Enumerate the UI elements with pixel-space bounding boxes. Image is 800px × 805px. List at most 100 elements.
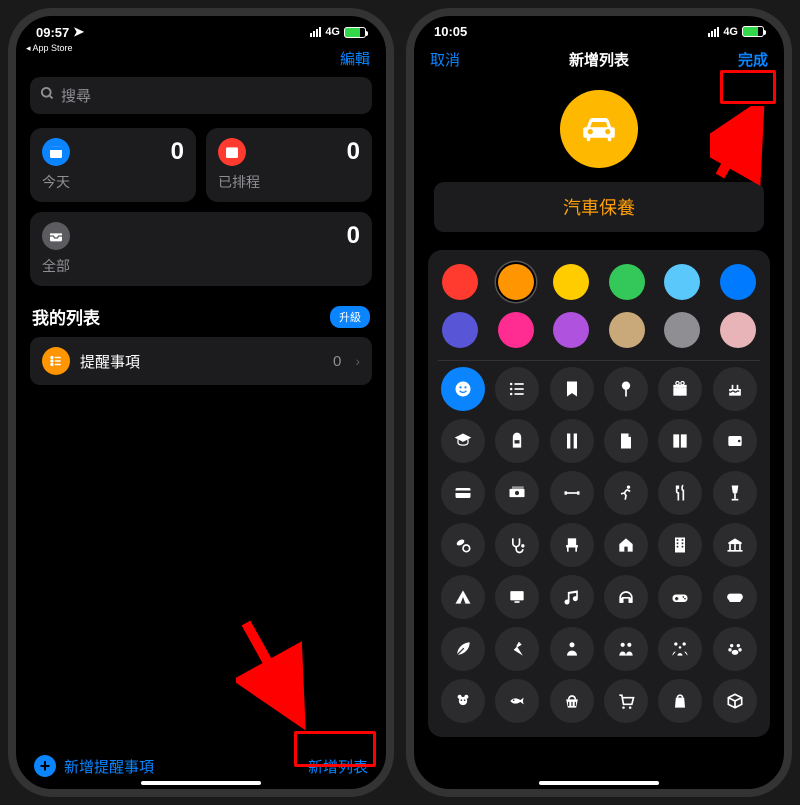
back-to-app[interactable]: ◂ App Store [26, 43, 73, 54]
car-icon [578, 108, 620, 150]
cancel-button[interactable]: 取消 [430, 49, 460, 70]
leaf-icon[interactable] [441, 627, 485, 671]
status-time: 09:57 [36, 25, 69, 40]
basket-icon[interactable] [550, 679, 594, 723]
chevron-right-icon: › [355, 353, 360, 369]
all-label: 全部 [42, 256, 360, 276]
color-swatch[interactable] [553, 312, 589, 348]
color-swatch[interactable] [664, 264, 700, 300]
headphone-icon[interactable] [604, 575, 648, 619]
notch [121, 16, 281, 40]
dumbbell-icon[interactable] [550, 471, 594, 515]
plus-circle-icon: + [34, 755, 56, 777]
search-placeholder: 搜尋 [61, 85, 91, 106]
scheduled-count: 0 [347, 138, 360, 166]
gift-icon[interactable] [658, 367, 702, 411]
list-name-input[interactable]: 汽車保養 [434, 182, 764, 232]
grad-icon[interactable] [441, 419, 485, 463]
box-icon[interactable] [713, 679, 757, 723]
battery-icon [742, 26, 764, 37]
music-icon[interactable] [550, 575, 594, 619]
list-label: 提醒事項 [80, 351, 323, 372]
bank-icon[interactable] [713, 523, 757, 567]
fish-icon[interactable] [495, 679, 539, 723]
bag-icon[interactable] [658, 679, 702, 723]
ruler-icon[interactable] [550, 419, 594, 463]
location-icon: ➤ [73, 24, 84, 40]
pin-icon[interactable] [604, 367, 648, 411]
annotation-arrow [236, 613, 316, 733]
new-reminder-label: 新增提醒事項 [64, 756, 154, 777]
book-icon[interactable] [658, 419, 702, 463]
list-icon[interactable] [495, 367, 539, 411]
person-icon[interactable] [550, 627, 594, 671]
backpack-icon[interactable] [495, 419, 539, 463]
teddy-icon[interactable] [441, 679, 485, 723]
tent-icon[interactable] [441, 575, 485, 619]
house-icon[interactable] [604, 523, 648, 567]
smile-icon[interactable] [441, 367, 485, 411]
color-swatch[interactable] [442, 312, 478, 348]
page-title: 新增列表 [569, 49, 629, 70]
edit-button[interactable]: 編輯 [340, 48, 370, 69]
list-icon-preview [560, 90, 638, 168]
signal-icon [310, 27, 321, 37]
bookmark-icon[interactable] [550, 367, 594, 411]
notch [519, 16, 679, 40]
chair-icon[interactable] [550, 523, 594, 567]
scheduled-label: 已排程 [218, 172, 360, 192]
list-row-reminders[interactable]: 提醒事項 0 › [30, 337, 372, 385]
color-swatch[interactable] [609, 312, 645, 348]
today-label: 今天 [42, 172, 184, 192]
card-all[interactable]: 0 全部 [30, 212, 372, 286]
gamepad-icon[interactable] [713, 575, 757, 619]
done-button[interactable]: 完成 [738, 49, 768, 70]
paw-icon[interactable] [713, 627, 757, 671]
wallet-icon[interactable] [713, 419, 757, 463]
steth-icon[interactable] [495, 523, 539, 567]
family-icon[interactable] [658, 627, 702, 671]
run-icon[interactable] [604, 471, 648, 515]
color-swatch[interactable] [553, 264, 589, 300]
annotation-arrow [710, 106, 770, 186]
tv-icon[interactable] [495, 575, 539, 619]
color-swatch[interactable] [720, 264, 756, 300]
building-icon[interactable] [658, 523, 702, 567]
cake-icon[interactable] [713, 367, 757, 411]
card-today[interactable]: 0 今天 [30, 128, 196, 202]
carrier-label: 4G [723, 26, 738, 38]
new-reminder-button[interactable]: + 新增提醒事項 [34, 755, 154, 777]
color-swatch[interactable] [498, 264, 534, 300]
color-swatch[interactable] [609, 264, 645, 300]
pills-icon[interactable] [441, 523, 485, 567]
upgrade-badge[interactable]: 升級 [330, 306, 370, 328]
color-swatch[interactable] [442, 264, 478, 300]
color-swatch[interactable] [720, 312, 756, 348]
card-scheduled[interactable]: 0 已排程 [206, 128, 372, 202]
home-indicator[interactable] [539, 781, 659, 785]
search-icon [40, 86, 55, 105]
controller-icon[interactable] [658, 575, 702, 619]
search-input[interactable]: 搜尋 [30, 77, 372, 114]
color-swatch[interactable] [498, 312, 534, 348]
home-indicator[interactable] [141, 781, 261, 785]
couple-icon[interactable] [604, 627, 648, 671]
doc-icon[interactable] [604, 419, 648, 463]
color-swatch[interactable] [664, 312, 700, 348]
card-icon[interactable] [441, 471, 485, 515]
carrot-icon[interactable] [495, 627, 539, 671]
fork-icon[interactable] [658, 471, 702, 515]
appearance-picker [428, 250, 770, 737]
inbox-icon [42, 222, 70, 250]
phone-new-list: 10:05 4G 取消 新增列表 完成 汽車保養 [406, 8, 792, 797]
status-time: 10:05 [434, 24, 467, 39]
phone-reminders-home: 09:57 ➤ 4G ◂ App Store 編輯 搜尋 0 今天 [8, 8, 394, 797]
new-list-button[interactable]: 新增列表 [308, 756, 368, 777]
my-lists-header: 我的列表 [32, 304, 100, 329]
list-icon [42, 347, 70, 375]
cart-icon[interactable] [604, 679, 648, 723]
today-count: 0 [171, 138, 184, 166]
wine-icon[interactable] [713, 471, 757, 515]
money-icon[interactable] [495, 471, 539, 515]
calendar-today-icon [42, 138, 70, 166]
